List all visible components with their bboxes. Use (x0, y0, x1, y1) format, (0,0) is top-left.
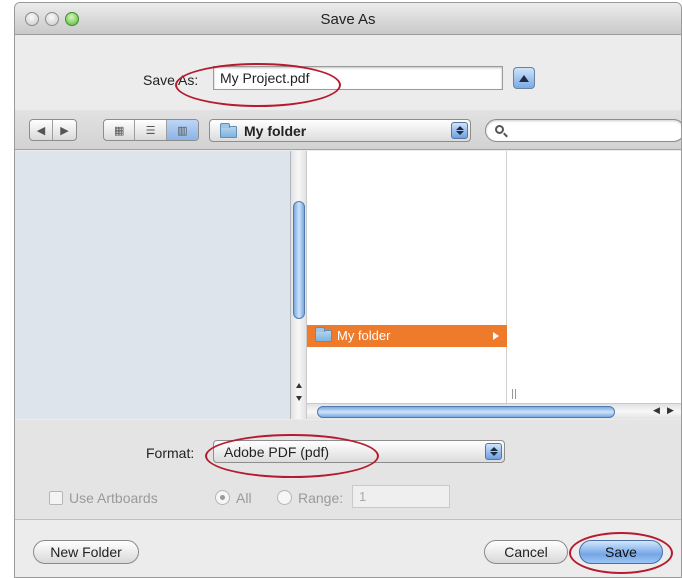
format-value: Adobe PDF (pdf) (224, 444, 330, 460)
all-label: All (236, 490, 252, 506)
all-radio[interactable] (215, 490, 230, 505)
vertical-scrollbar[interactable] (291, 151, 307, 419)
search-icon (495, 125, 504, 134)
column-resize-handle[interactable] (512, 389, 516, 399)
browser-column-empty[interactable] (511, 151, 681, 419)
file-browser: My folder ◀ ▶ (15, 151, 681, 419)
scroll-down-button[interactable] (291, 392, 307, 404)
column-view-button[interactable]: ▥ (166, 120, 198, 140)
scroll-right-icon[interactable]: ▶ (667, 405, 674, 416)
list-view-button[interactable]: ☰ (135, 120, 167, 140)
save-as-dialog: Save As Save As: ◀ ▶ ▦ ☰ ▥ (14, 2, 682, 578)
horizontal-scrollbar[interactable]: ◀ ▶ (307, 403, 681, 419)
columns-icon: ▥ (177, 124, 188, 137)
arrow-right-icon: ▶ (60, 124, 69, 137)
format-label: Format: (146, 445, 195, 461)
view-mode-buttons: ▦ ☰ ▥ (103, 119, 199, 141)
popup-arrows-icon (485, 443, 502, 460)
icon-view-button[interactable]: ▦ (104, 120, 136, 140)
folder-icon (315, 327, 332, 342)
use-artboards-checkbox[interactable] (49, 491, 63, 505)
folder-row-selected[interactable]: My folder (307, 325, 507, 347)
format-popup[interactable]: Adobe PDF (pdf) (213, 440, 505, 463)
save-as-label: Save As: (143, 72, 199, 88)
use-artboards-label: Use Artboards (69, 490, 158, 506)
expand-dialog-button[interactable] (513, 67, 535, 89)
range-radio[interactable] (277, 490, 292, 505)
filename-section: Save As: (15, 36, 681, 110)
horizontal-scroll-thumb[interactable] (317, 406, 615, 418)
back-button[interactable]: ◀ (30, 120, 54, 140)
search-field[interactable] (485, 119, 681, 142)
new-folder-button[interactable]: New Folder (33, 540, 139, 564)
grid-icon: ▦ (113, 124, 125, 137)
location-label: My folder (244, 123, 307, 139)
window-title: Save As (320, 11, 376, 28)
arrow-up-icon (296, 382, 302, 388)
export-options: Format: Adobe PDF (pdf) Use Artboards Al… (15, 420, 681, 520)
location-popup[interactable]: My folder (209, 119, 471, 142)
sidebar[interactable] (15, 151, 291, 419)
range-label: Range: (298, 490, 344, 506)
triangle-up-icon (519, 74, 529, 82)
folder-row-label: My folder (337, 328, 391, 343)
browser-column[interactable] (307, 151, 507, 419)
back-forward-buttons: ◀ ▶ (29, 119, 77, 141)
disclosure-arrow-icon (493, 332, 499, 340)
title-bar: Save As (15, 3, 681, 35)
folder-icon (220, 123, 237, 138)
scroll-left-icon[interactable]: ◀ (653, 405, 660, 416)
cancel-button[interactable]: Cancel (484, 540, 568, 564)
browser-toolbar: ◀ ▶ ▦ ☰ ▥ My folder (15, 110, 681, 150)
list-icon: ☰ (145, 124, 156, 137)
vertical-scroll-thumb[interactable] (293, 201, 305, 319)
popup-arrows-icon (451, 122, 468, 139)
arrow-down-icon (296, 395, 302, 401)
save-button[interactable]: Save (579, 540, 663, 564)
filename-input[interactable] (213, 66, 503, 90)
scroll-up-button[interactable] (291, 379, 307, 391)
arrow-left-icon: ◀ (36, 124, 46, 137)
forward-button[interactable]: ▶ (53, 120, 76, 140)
range-input[interactable]: 1 (352, 485, 450, 508)
